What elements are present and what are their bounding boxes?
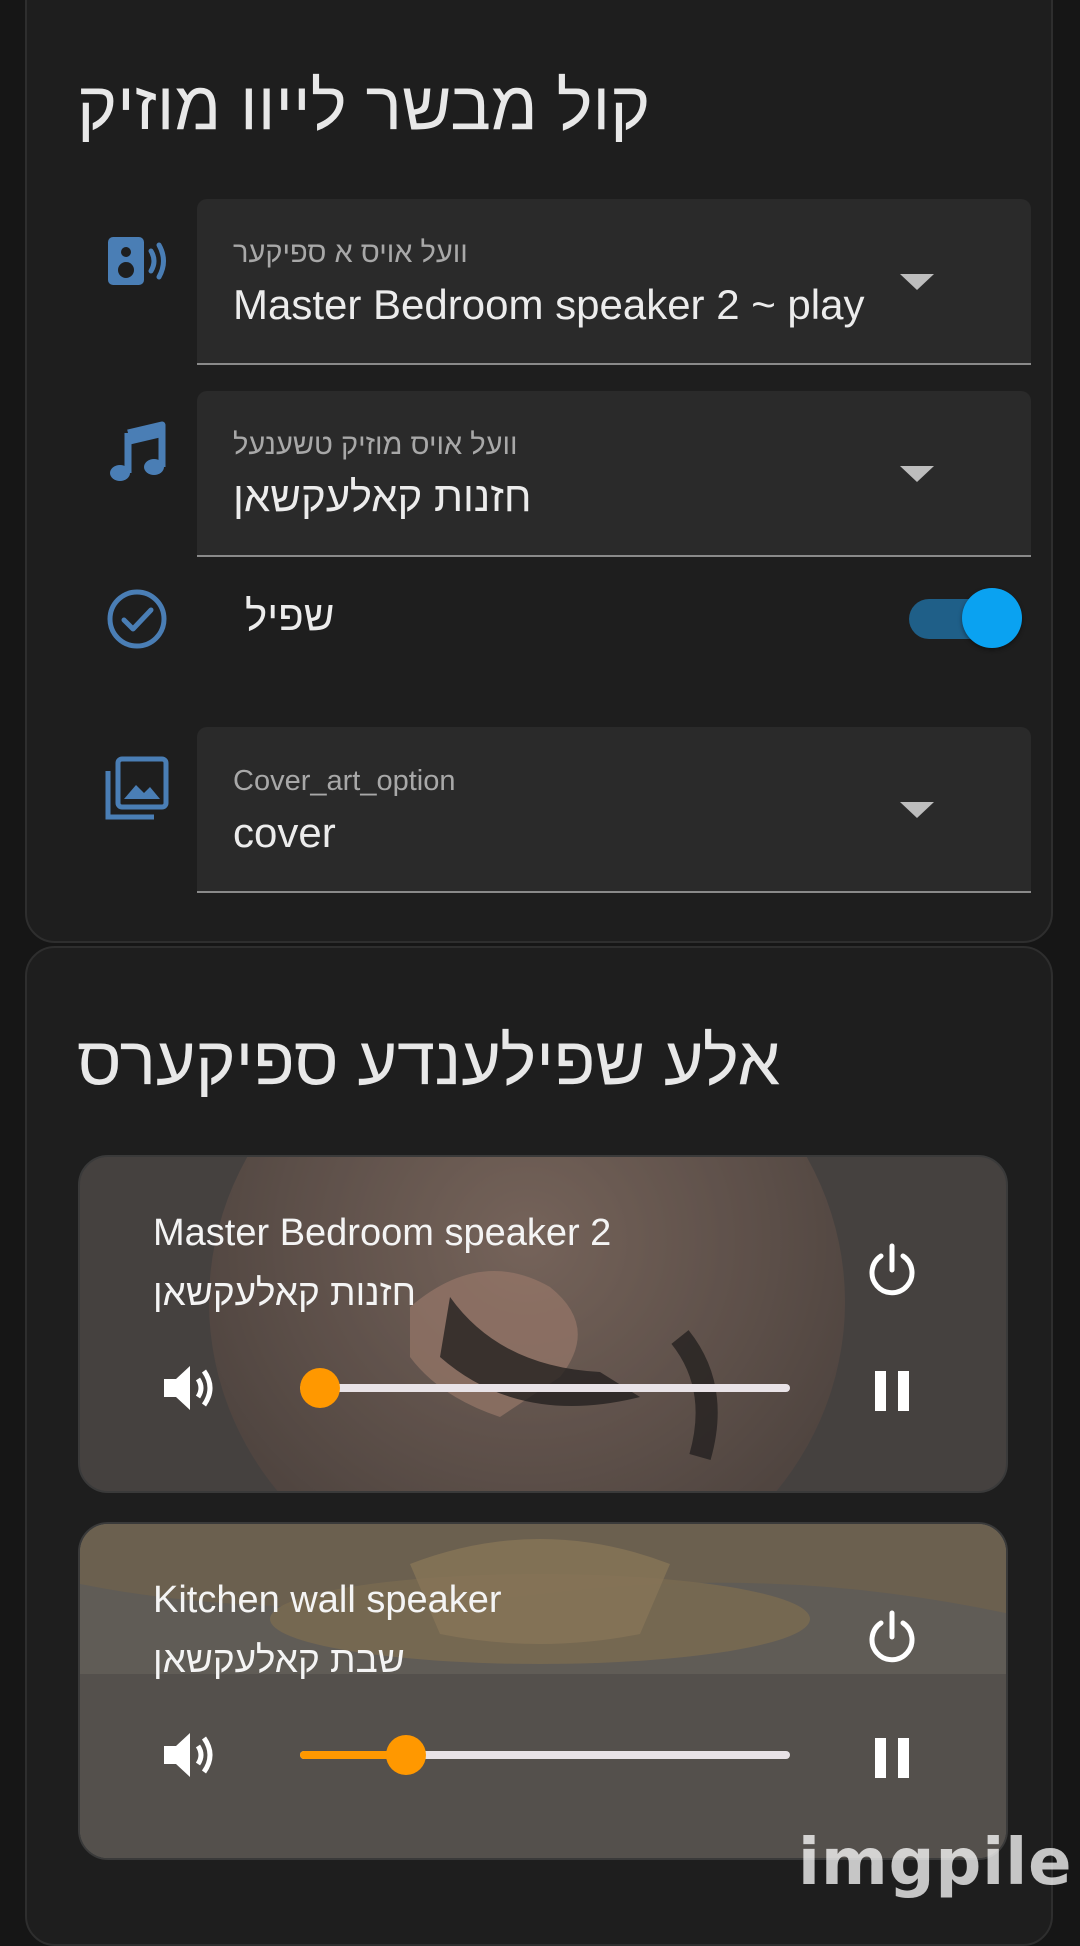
slider-knob[interactable] [300,1368,340,1408]
pause-icon[interactable] [862,1728,922,1788]
volume-slider[interactable] [300,1368,790,1408]
chevron-down-icon [900,466,934,482]
cover-art-image [80,1524,1006,1858]
playing-speakers-card: אלע שפילענדע ספיקערס Master Bedroom spea… [25,946,1053,1946]
card-title: אלע שפילענדע ספיקערס [77,1023,781,1099]
cover-select[interactable]: Cover_art_option cover [197,727,1031,893]
channel-select[interactable]: וועל אויס מוזיק טשענעל חזנות קאלעקשאן [197,391,1031,557]
volume-slider[interactable] [300,1735,790,1775]
player-media-title: שבת קאלעקשאן [153,1639,405,1680]
channel-select-label: וועל אויס מוזיק טשענעל [233,429,518,461]
music-control-card: קול מבשר לייוו מוזיק וועל אויס א ספיקער … [25,0,1053,943]
player-name: Kitchen wall speaker [153,1579,502,1621]
power-icon[interactable] [862,1240,922,1300]
volume-icon[interactable] [158,1357,220,1419]
pause-icon[interactable] [862,1361,922,1421]
speaker-select[interactable]: וועל אויס א ספיקער Master Bedroom speake… [197,199,1031,365]
card-title: קול מבשר לייוו מוזיק [77,68,651,144]
speaker-select-value: Master Bedroom speaker 2 ~ play [233,281,865,328]
cover-art-image [80,1157,1006,1491]
chevron-down-icon [900,274,934,290]
power-icon[interactable] [862,1607,922,1667]
image-multiple-icon [102,753,172,823]
player-name: Master Bedroom speaker 2 [153,1212,612,1254]
watermark-logo: imgpile [798,1826,1073,1900]
player-media-title: חזנות קאלעקשאן [153,1272,416,1313]
check-circle-icon [102,584,172,654]
cover-select-value: cover [233,809,336,856]
media-player-card[interactable]: Kitchen wall speaker שבת קאלעקשאן [78,1522,1008,1860]
play-toggle-label: שפיל [245,592,335,639]
cover-select-label: Cover_art_option [233,765,456,797]
media-player-card[interactable]: Master Bedroom speaker 2 חזנות קאלעקשאן [78,1155,1008,1493]
speaker-select-label: וועל אויס א ספיקער [233,237,468,269]
volume-icon[interactable] [158,1724,220,1786]
toggle-thumb [962,588,1022,648]
chevron-down-icon [900,802,934,818]
slider-rail [300,1384,790,1392]
music-note-icon [102,417,172,487]
speaker-icon [102,225,172,295]
slider-knob[interactable] [385,1735,426,1775]
play-toggle[interactable] [884,584,1022,650]
channel-select-value: חזנות קאלעקשאן [233,473,532,520]
